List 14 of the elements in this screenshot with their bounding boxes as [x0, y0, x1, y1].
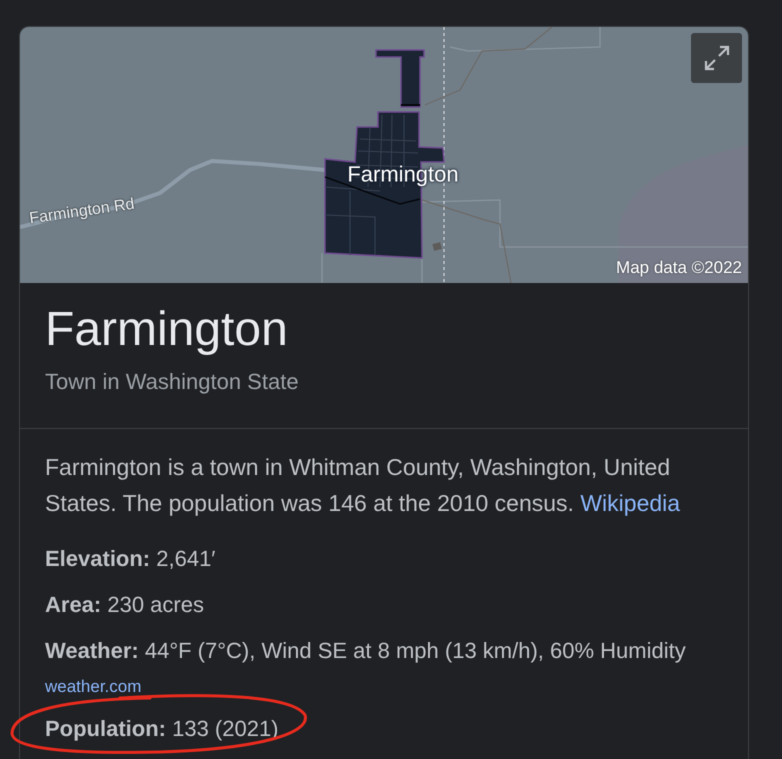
fact-text: Weather: 44°F (7°C), Wind SE at 8 mph (13 km/h), 60% Humidity — [45, 637, 686, 665]
place-label: Farmington — [347, 162, 459, 186]
source-link[interactable]: Wikipedia — [580, 490, 680, 516]
road-label: Farmington Rd — [28, 196, 136, 228]
fact-text: Area: 230 acres — [45, 591, 204, 619]
place-subtitle: Town in Washington State — [45, 368, 299, 396]
source-link[interactable]: weather.com — [45, 677, 142, 697]
expand-button[interactable] — [691, 33, 742, 83]
description-text: Farmington is a town in Whitman County, Washington, United States. The population was 146 at the 2010 census. Wikipedia — [45, 453, 682, 518]
fact-text: Population: 133 (2021) — [45, 715, 279, 743]
fact-text: Elevation: 2,641′ — [45, 545, 216, 573]
expand-icon — [704, 45, 730, 71]
place-title: Farmington — [45, 302, 288, 358]
map-attribution: Map data ©2022 — [616, 258, 742, 278]
